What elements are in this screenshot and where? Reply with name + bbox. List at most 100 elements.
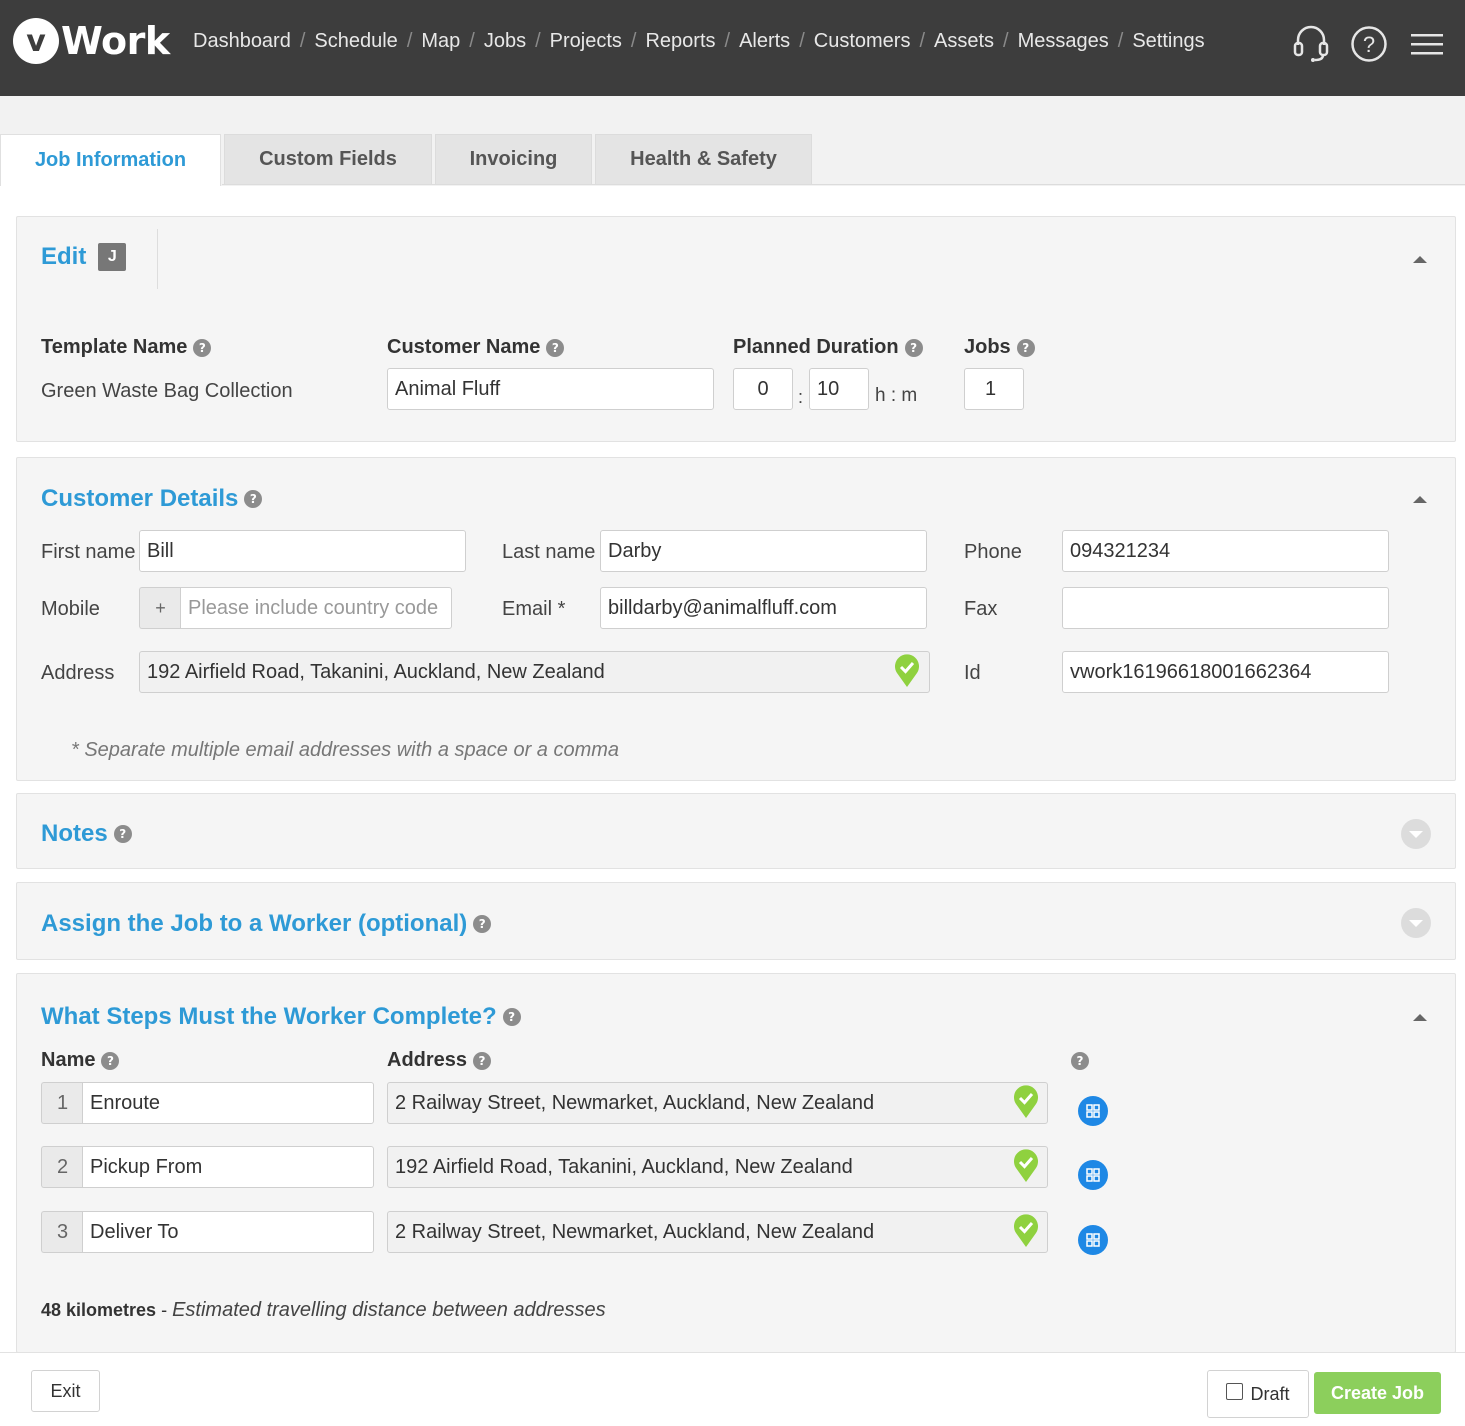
exit-button[interactable]: Exit [31,1370,100,1412]
step-options-grid-icon[interactable] [1078,1096,1108,1126]
help-icon[interactable]: ? [113,825,132,843]
collapse-steps-icon[interactable] [1413,1014,1427,1021]
distance-note: Estimated travelling distance between ad… [172,1299,606,1321]
nav-settings[interactable]: Settings [1132,30,1204,53]
duration-hours-input[interactable]: 0 [733,368,793,410]
planned-duration-label-text: Planned Duration [733,336,899,358]
help-icon[interactable]: ? [193,338,212,357]
edit-title-text: Edit [41,243,87,270]
nav-separator: / [1003,30,1009,52]
steps-panel: What Steps Must the Worker Complete?? Na… [16,973,1456,1353]
create-job-button[interactable]: Create Job [1314,1372,1441,1414]
nav-projects[interactable]: Projects [550,30,622,53]
collapse-edit-icon[interactable] [1413,256,1427,263]
help-icon[interactable]: ? [1016,338,1035,357]
step-number: 2 [41,1146,83,1188]
step-number: 1 [41,1082,83,1124]
footer-bar: Exit Draft Create Job [0,1352,1465,1426]
help-icon[interactable]: ? [101,1051,120,1070]
help-icon[interactable]: ? [473,915,492,933]
id-input[interactable]: vwork16196618001662364 [1062,651,1389,693]
step-name-input[interactable]: Pickup From [82,1146,374,1188]
jobs-label: Jobs? [964,336,1035,359]
nav-schedule[interactable]: Schedule [314,30,397,53]
help-icon[interactable]: ? [546,338,565,357]
steps-title-text: What Steps Must the Worker Complete? [41,1003,497,1030]
help-icon[interactable]: ? [473,1051,492,1070]
duration-separator: : [798,387,804,407]
tab-divider [222,184,1465,185]
mobile-prefix: + [139,587,181,629]
mobile-input[interactable]: Please include country code [180,587,452,629]
help-icon[interactable]: ? [502,1008,521,1026]
help-icon[interactable]: ? [904,338,923,357]
logo-mark: v [13,18,59,64]
jobs-label-text: Jobs [964,336,1011,358]
nav-customers[interactable]: Customers [814,30,911,53]
help-circle-icon[interactable]: ? [1349,24,1389,64]
customer-name-label-text: Customer Name [387,336,541,358]
step-address-input[interactable]: 2 Railway Street, Newmarket, Auckland, N… [387,1082,1048,1124]
tab-job-information[interactable]: Job Information [0,134,221,186]
phone-input[interactable]: 094321234 [1062,530,1389,572]
customer-name-label: Customer Name? [387,336,565,359]
menu-icon[interactable] [1407,24,1447,64]
first-name-input[interactable]: Bill [139,530,466,572]
step-name-input[interactable]: Deliver To [82,1211,374,1253]
nav-assets[interactable]: Assets [934,30,994,53]
nav-map[interactable]: Map [421,30,460,53]
distance-value: 48 kilometres [41,1300,157,1320]
nav-alerts[interactable]: Alerts [739,30,790,53]
step-name-input[interactable]: Enroute [82,1082,374,1124]
step-name-header: Name? [41,1049,120,1072]
help-icon[interactable]: ? [244,490,263,508]
nav-reports[interactable]: Reports [645,30,715,53]
draft-checkbox[interactable] [1226,1382,1244,1400]
edit-title: Edit J [41,243,127,271]
nav-separator: / [1117,30,1124,52]
nav-dashboard[interactable]: Dashboard [193,30,291,53]
email-input[interactable]: billdarby@animalfluff.com [600,587,927,629]
tab-health-safety[interactable]: Health & Safety [595,134,812,184]
notes-title-text: Notes [41,820,108,847]
nav-separator: / [535,30,541,52]
expand-assign-icon[interactable] [1401,908,1431,938]
customer-details-title-text: Customer Details [41,485,239,512]
step-address-input[interactable]: 2 Railway Street, Newmarket, Auckland, N… [387,1211,1048,1253]
expand-notes-icon[interactable] [1401,819,1431,849]
email-hint: * Separate multiple email addresses with… [71,739,620,761]
headset-icon[interactable] [1291,24,1331,64]
email-label: Email * [502,598,566,620]
top-navigation-bar: v Work Dashboard / Schedule / Map / Jobs / P… [0,0,1465,96]
customer-details-title: Customer Details? [41,485,263,513]
jobs-count-input[interactable]: 1 [964,368,1024,410]
step-options-grid-icon[interactable] [1078,1225,1108,1255]
id-label: Id [964,662,981,684]
customer-details-panel: Customer Details? First name Bill Last n… [16,457,1456,781]
duration-minutes-input[interactable]: 10 [809,368,869,410]
step-options-grid-icon[interactable] [1078,1160,1108,1190]
nav-separator: / [469,30,475,52]
step-address-input[interactable]: 192 Airfield Road, Takanini, Auckland, N… [387,1146,1048,1188]
address-label: Address [41,662,115,684]
nav-messages[interactable]: Messages [1018,30,1109,53]
customer-name-input[interactable]: Animal Fluff [387,368,714,410]
assign-title-text: Assign the Job to a Worker (optional) [41,910,468,937]
address-input[interactable]: 192 Airfield Road, Takanini, Auckland, N… [139,651,930,693]
vwork-logo[interactable]: v Work [13,17,170,65]
duration-unit: h : m [875,385,918,406]
notes-panel: Notes? [16,793,1456,869]
step-name-header-text: Name [41,1049,96,1071]
draft-toggle[interactable]: Draft [1207,1370,1309,1418]
tab-custom-fields[interactable]: Custom Fields [224,134,432,184]
fax-input[interactable] [1062,587,1389,629]
nav-jobs[interactable]: Jobs [484,30,526,53]
nav-separator: / [919,30,926,52]
distance-summary: 48 kilometres - Estimated travelling dis… [41,1299,606,1322]
logo-text: Work [61,19,170,63]
help-icon[interactable]: ? [1071,1052,1089,1070]
last-name-input[interactable]: Darby [600,530,927,572]
job-type-badge: J [98,243,127,271]
tab-invoicing[interactable]: Invoicing [435,134,592,184]
collapse-customer-icon[interactable] [1413,496,1427,503]
